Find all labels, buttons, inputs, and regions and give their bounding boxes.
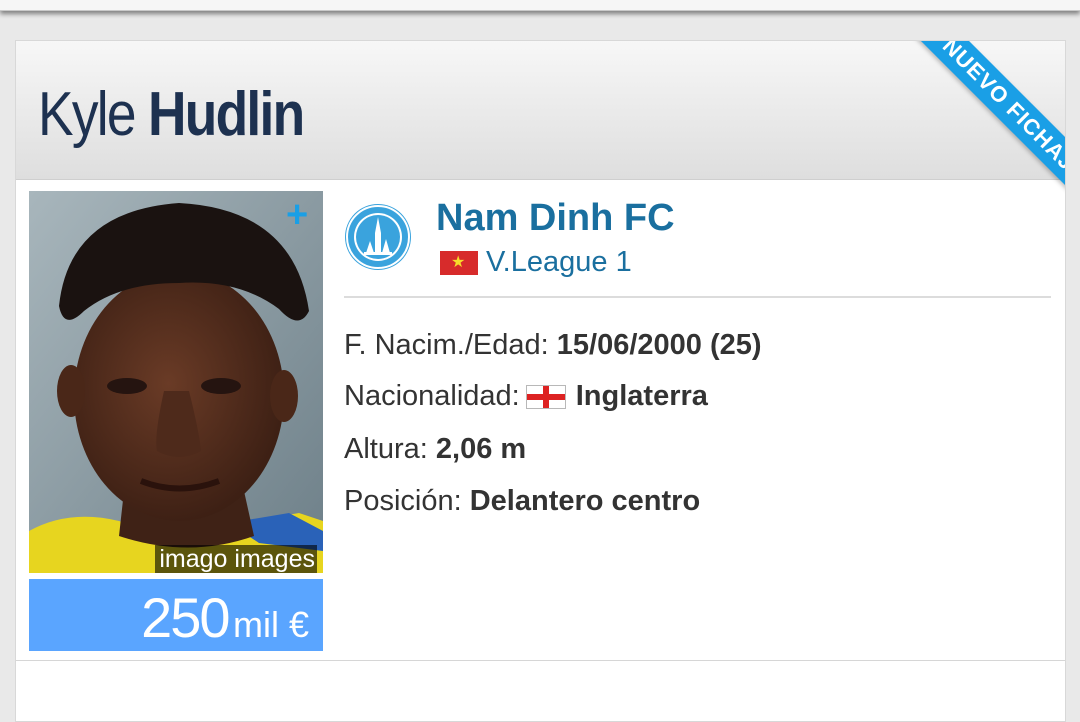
info-row-birthdate: F. Nacim./Edad: 15/06/2000 (25)	[344, 327, 762, 363]
player-portrait-image	[29, 191, 323, 573]
photo-plus-icon[interactable]: +	[286, 196, 308, 234]
nam-dinh-crest-icon[interactable]	[344, 203, 412, 271]
card-bottom-divider	[16, 660, 1065, 661]
vietnam-flag-icon: ★	[440, 250, 478, 275]
height-value: 2,06 m	[435, 433, 527, 465]
nationality-value: Inglaterra	[575, 380, 708, 412]
player-photo[interactable]: imago images	[29, 191, 323, 573]
market-value-unit: mil €	[232, 604, 309, 645]
player-first-name: Kyle	[38, 80, 137, 149]
photo-credit: imago images	[155, 545, 317, 573]
club-name-link[interactable]: Nam Dinh FC	[436, 193, 675, 243]
league-name-link[interactable]: V.League 1	[486, 246, 632, 278]
market-value-amount: 250	[141, 586, 230, 649]
position-value: Delantero centro	[469, 485, 701, 517]
player-header: Kyle Hudlin	[16, 41, 1065, 180]
height-label: Altura:	[344, 433, 428, 465]
birthdate-label: F. Nacim./Edad:	[344, 329, 549, 361]
top-bar	[0, 0, 1080, 11]
market-value-box[interactable]: 250 mil €	[29, 579, 323, 651]
details-divider	[344, 296, 1051, 298]
nationality-label: Nacionalidad:	[344, 380, 520, 412]
england-flag-icon	[525, 385, 566, 410]
player-name: Kyle Hudlin	[38, 75, 305, 155]
position-label: Posición:	[344, 485, 462, 517]
player-last-name: Hudlin	[147, 80, 305, 149]
league-row: ★ V.League 1	[440, 246, 632, 280]
info-row-position: Posición: Delantero centro	[344, 483, 700, 519]
player-header-card: Kyle Hudlin NUEVO FICHAJE imago images +…	[15, 40, 1066, 722]
birthdate-value: 15/06/2000 (25)	[556, 329, 762, 361]
info-row-height: Altura: 2,06 m	[344, 431, 526, 467]
info-row-nationality: Nacionalidad: Inglaterra	[344, 378, 708, 414]
